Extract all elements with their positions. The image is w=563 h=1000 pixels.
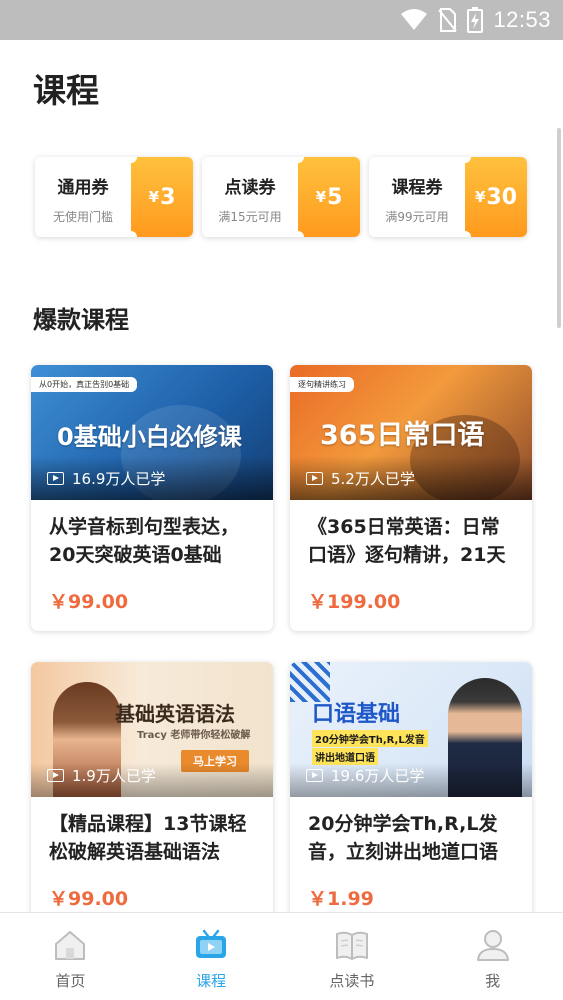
- coupon-reading[interactable]: 点读券 满15元可用 ¥ 5: [202, 157, 360, 237]
- course-thumbnail: 口语基础 20分钟学会Th,R,L发音 讲出地道口语 19.6万人已学: [290, 662, 532, 797]
- coupon-condition: 无使用门槛: [52, 210, 113, 224]
- page-title: 课程: [33, 71, 99, 110]
- coupon-value: 30: [486, 184, 518, 210]
- status-time: 12:53: [493, 7, 551, 32]
- status-icons: 12:53: [401, 7, 551, 33]
- coupon-course[interactable]: 课程券 满99元可用 ¥ 30: [369, 157, 527, 237]
- profile-icon: [476, 930, 509, 961]
- thumbnail-heading: 0基础小白必修课: [57, 423, 242, 451]
- thumbnail-heading: 口语基础: [312, 702, 401, 727]
- learner-count-text: 16.9万人已学: [72, 470, 166, 488]
- bottom-tab-bar: 首页 课程 点读书 我: [0, 912, 563, 1000]
- course-price: ￥99.00: [49, 888, 129, 910]
- battery-charging-icon: [467, 7, 484, 33]
- tab-courses[interactable]: 课程: [141, 913, 282, 1000]
- coupon-value-block: ¥ 3: [125, 157, 193, 237]
- course-title: 《365日常英语：日常口语》逐句精讲，21天: [308, 516, 506, 566]
- course-card[interactable]: 基础英语语法 Tracy 老师带你轻松破解 马上学习 1.9万人已学 【精品课程…: [31, 662, 273, 912]
- wifi-icon: [401, 9, 428, 30]
- coupon-general[interactable]: 通用券 无使用门槛 ¥ 3: [35, 157, 193, 237]
- play-icon: [47, 769, 64, 782]
- scrollbar[interactable]: [557, 128, 561, 328]
- tab-label: 首页: [55, 972, 86, 990]
- courses-page: 课程 通用券 无使用门槛 ¥ 3 点读券 满15元可用 ¥ 5 课程券 满99元…: [0, 40, 563, 912]
- coupon-value-block: ¥ 30: [459, 157, 527, 237]
- course-price: ￥99.00: [49, 591, 129, 613]
- coupon-condition: 满99元可用: [385, 210, 449, 224]
- learner-count-text: 19.6万人已学: [331, 767, 425, 785]
- tab-reading-book[interactable]: 点读书: [282, 913, 423, 1000]
- coupon-value: 3: [160, 184, 176, 210]
- coupon-name: 通用券: [57, 178, 109, 198]
- play-icon: [306, 769, 323, 782]
- coupon-value-block: ¥ 5: [292, 157, 360, 237]
- learner-count: 5.2万人已学: [306, 468, 415, 489]
- learner-count-text: 1.9万人已学: [72, 767, 156, 785]
- thumbnail-subtitle: Tracy 老师带你轻松破解: [137, 730, 251, 741]
- coupon-value: 5: [327, 184, 343, 210]
- coupon-currency: ¥: [148, 188, 160, 206]
- play-icon: [306, 472, 323, 485]
- course-card[interactable]: 逐句精讲练习 365日常口语 5.2万人已学 《365日常英语：日常口语》逐句精…: [290, 365, 532, 631]
- coupon-info: 点读券 满15元可用: [202, 157, 298, 237]
- coupon-name: 课程券: [391, 178, 443, 198]
- learner-count: 16.9万人已学: [47, 468, 165, 489]
- tab-label: 我: [485, 972, 501, 990]
- course-title: 从学音标到句型表达，20天突破英语0基础: [49, 516, 240, 566]
- learner-count: 19.6万人已学: [306, 765, 424, 786]
- coupon-currency: ¥: [315, 188, 327, 206]
- thumbnail-tag: 从0开始，真正告别0基础: [31, 377, 138, 392]
- thumbnail-tag: 逐句精讲练习: [290, 377, 354, 392]
- learner-count-text: 5.2万人已学: [331, 470, 415, 488]
- course-price: ￥1.99: [308, 888, 374, 910]
- thumbnail-heading: 365日常口语: [320, 420, 485, 451]
- book-icon: [335, 931, 368, 960]
- no-sim-icon: [438, 8, 458, 32]
- coupon-condition: 满15元可用: [218, 210, 282, 224]
- course-card[interactable]: 从0开始，真正告别0基础 0基础小白必修课 16.9万人已学 从学音标到句型表达…: [31, 365, 273, 631]
- tab-me[interactable]: 我: [422, 913, 563, 1000]
- course-thumbnail: 基础英语语法 Tracy 老师带你轻松破解 马上学习 1.9万人已学: [31, 662, 273, 797]
- coupon-info: 通用券 无使用门槛: [35, 157, 131, 237]
- play-icon: [47, 472, 64, 485]
- course-title: 【精品课程】13节课轻松破解英语基础语法: [49, 813, 247, 863]
- coupon-name: 点读券: [224, 178, 276, 198]
- tab-home[interactable]: 首页: [0, 913, 141, 1000]
- course-price: ￥199.00: [308, 591, 401, 613]
- thumbnail-heading: 基础英语语法: [115, 702, 235, 726]
- coupon-currency: ¥: [474, 188, 486, 206]
- tab-label: 点读书: [329, 972, 375, 990]
- course-thumbnail: 逐句精讲练习 365日常口语 5.2万人已学: [290, 365, 532, 500]
- course-thumbnail: 从0开始，真正告别0基础 0基础小白必修课 16.9万人已学: [31, 365, 273, 500]
- tab-label: 课程: [196, 972, 227, 990]
- status-bar: 12:53: [0, 0, 563, 40]
- tv-icon: [196, 929, 227, 958]
- home-icon: [55, 931, 86, 960]
- course-card[interactable]: 口语基础 20分钟学会Th,R,L发音 讲出地道口语 19.6万人已学 20分钟…: [290, 662, 532, 912]
- coupon-info: 课程券 满99元可用: [369, 157, 465, 237]
- learner-count: 1.9万人已学: [47, 765, 156, 786]
- thumbnail-subtitle: 20分钟学会Th,R,L发音: [312, 730, 428, 747]
- course-title: 20分钟学会Th,R,L发音，立刻讲出地道口语: [308, 813, 499, 863]
- section-title: 爆款课程: [33, 306, 129, 334]
